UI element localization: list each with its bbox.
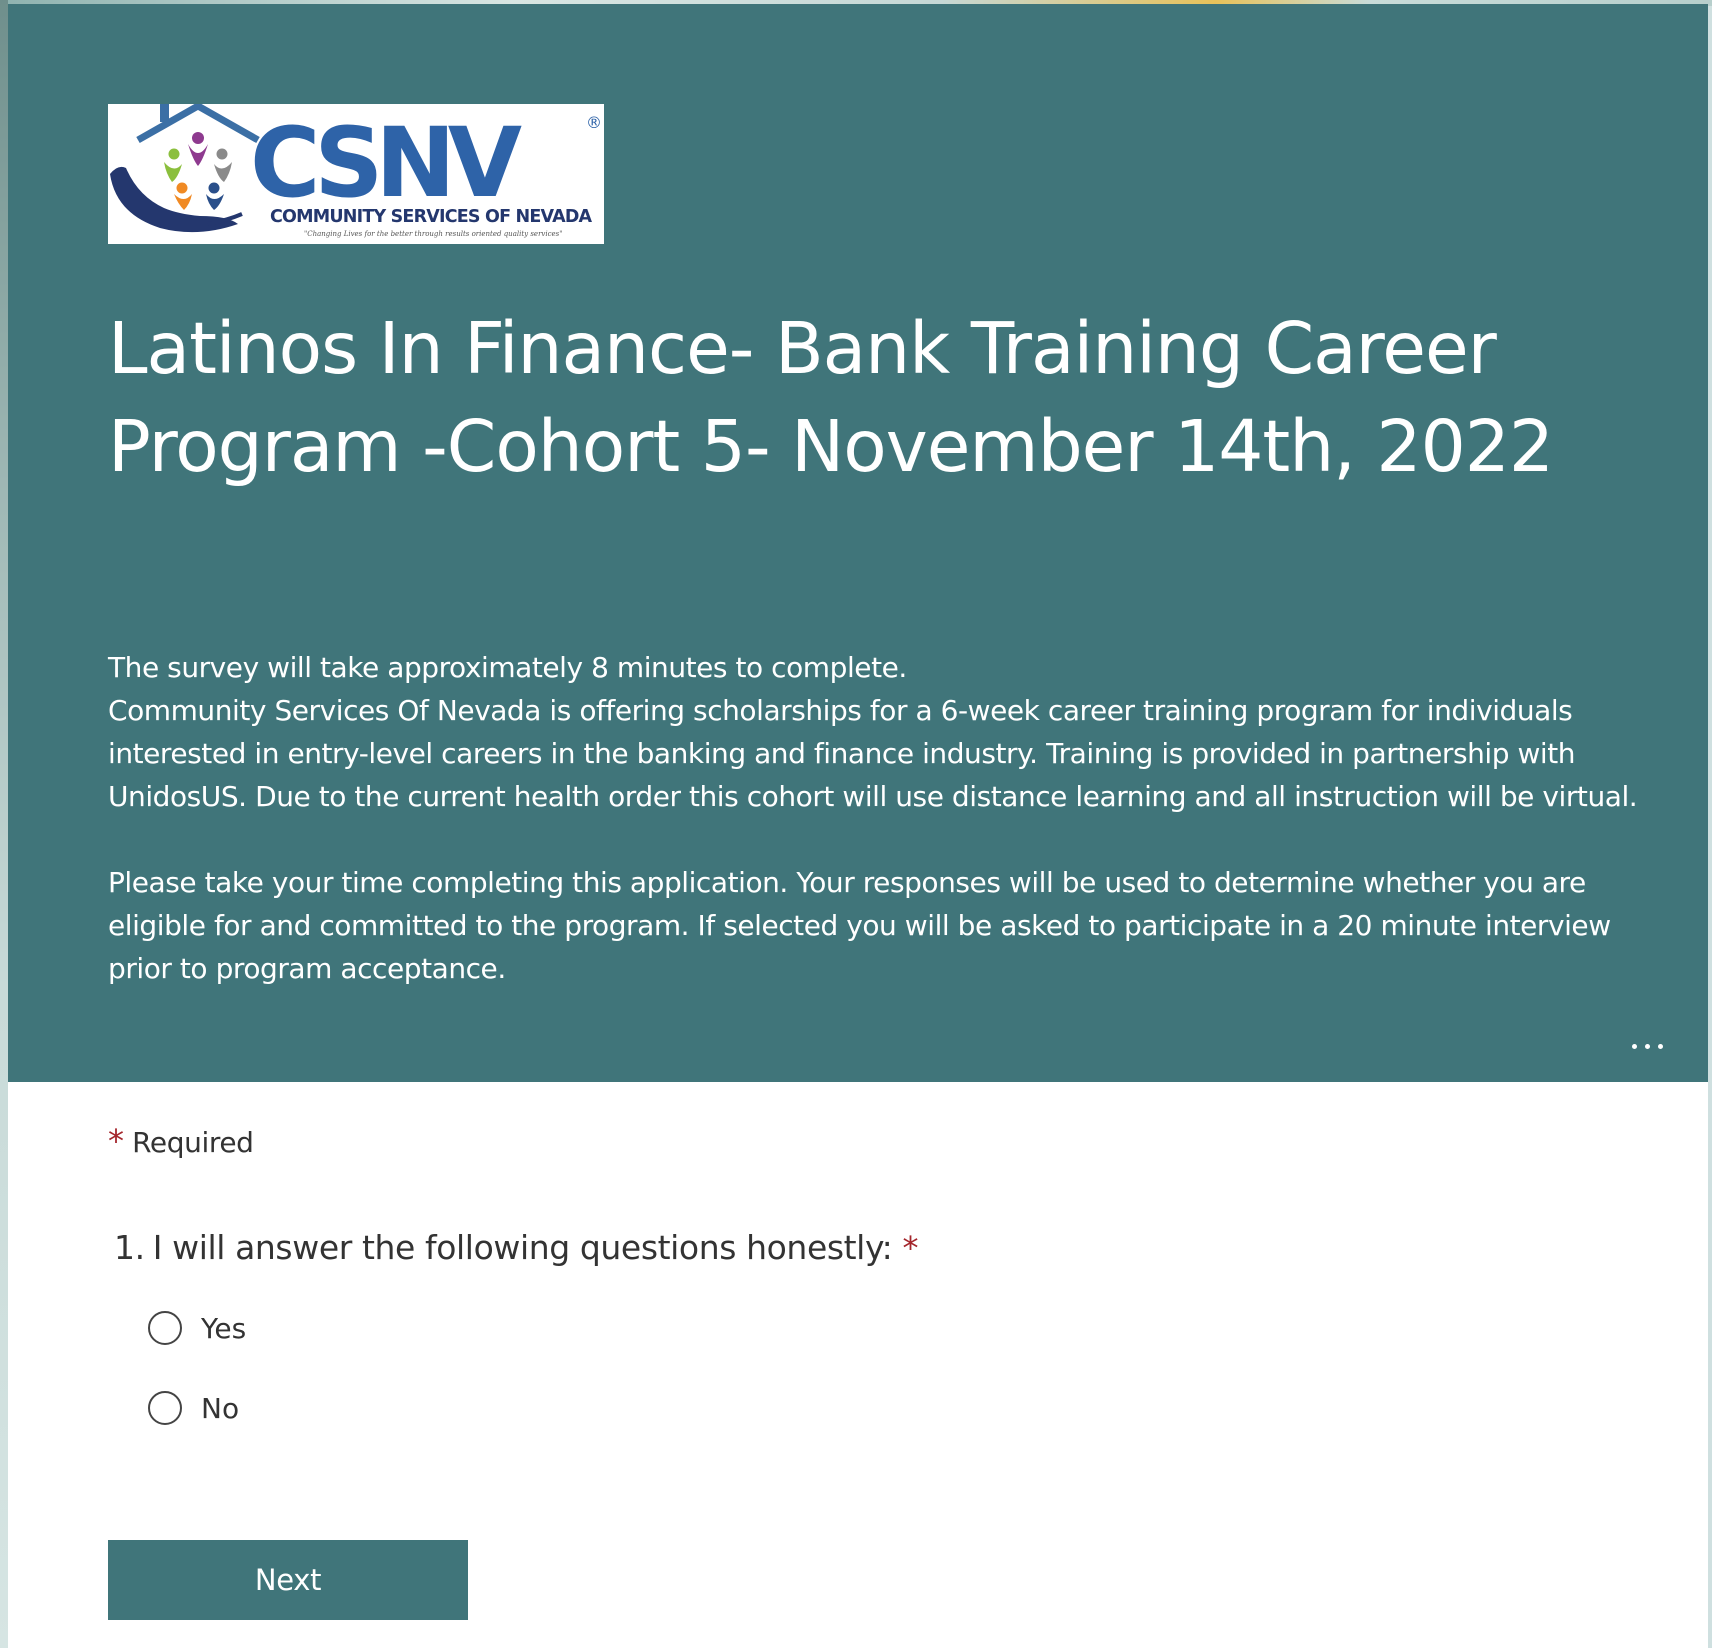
form-title: Latinos In Finance- Bank Training Career…: [108, 300, 1608, 496]
more-horizontal-icon: [1632, 1044, 1637, 1049]
required-asterisk: *: [902, 1229, 919, 1267]
description-line: eligible for and committed to the progra…: [108, 909, 1611, 942]
form-description: The survey will take approximately 8 min…: [108, 646, 1638, 990]
question-text: I will answer the following questions ho…: [152, 1228, 893, 1267]
required-asterisk: *: [108, 1122, 124, 1160]
description-line: interested in entry-level careers in the…: [108, 737, 1576, 770]
description-line: UnidosUS. Due to the current health orde…: [108, 780, 1638, 813]
description-line: The survey will take approximately 8 min…: [108, 651, 907, 684]
radio-button-no[interactable]: [148, 1391, 182, 1425]
required-label: Required: [132, 1126, 254, 1159]
svg-text:"Changing Lives for the better: "Changing Lives for the better through r…: [304, 230, 563, 238]
description-line: Community Services Of Nevada is offering…: [108, 694, 1573, 727]
next-button[interactable]: Next: [108, 1540, 468, 1620]
required-note: * Required: [108, 1122, 254, 1160]
more-options-button[interactable]: [1620, 1034, 1668, 1058]
svg-text:COMMUNITY SERVICES OF NEVADA: COMMUNITY SERVICES OF NEVADA: [270, 207, 593, 227]
radio-option-no[interactable]: No: [148, 1388, 239, 1428]
background-edge: [0, 0, 8, 1648]
svg-text:CSNV: CSNV: [250, 107, 522, 219]
radio-option-yes[interactable]: Yes: [148, 1308, 246, 1348]
title-line-1: Latinos In Finance- Bank Training Career: [108, 307, 1497, 390]
form-card: CSNV ® COMMUNITY SERVICES OF NEVADA "Cha…: [8, 4, 1708, 1648]
option-label-yes: Yes: [201, 1311, 247, 1345]
option-label-no: No: [201, 1391, 240, 1425]
description-line: Please take your time completing this ap…: [108, 866, 1586, 899]
more-horizontal-icon: [1645, 1044, 1650, 1049]
description-line: prior to program acceptance.: [108, 952, 506, 985]
form-header: CSNV ® COMMUNITY SERVICES OF NEVADA "Cha…: [8, 4, 1708, 1082]
csnv-logo-graphic: CSNV ® COMMUNITY SERVICES OF NEVADA "Cha…: [108, 104, 604, 244]
svg-text:®: ®: [586, 113, 602, 132]
title-line-2: Program -Cohort 5- November 14th, 2022: [108, 405, 1554, 488]
question-1: 1. I will answer the following questions …: [114, 1228, 918, 1267]
question-number: 1.: [114, 1228, 145, 1267]
radio-button-yes[interactable]: [148, 1311, 182, 1345]
more-horizontal-icon: [1658, 1044, 1663, 1049]
csnv-logo: CSNV ® COMMUNITY SERVICES OF NEVADA "Cha…: [108, 104, 604, 244]
